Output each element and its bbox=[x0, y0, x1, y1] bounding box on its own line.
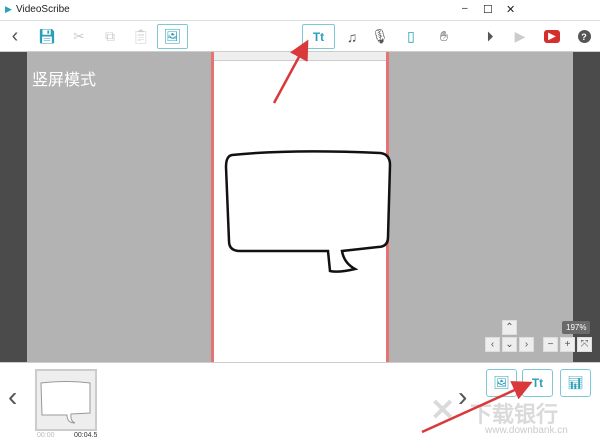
timeline-panel: ‹ 00:00 00:04.5 › 🖼︎ Tt 📊︎ ✕ 下载银行 www.do… bbox=[0, 362, 600, 442]
mode-label: 竖屏模式 bbox=[32, 72, 97, 89]
scene-duration: 00:04.5 bbox=[74, 432, 98, 439]
hand-icon[interactable]: ✋︎ bbox=[431, 24, 457, 49]
watermark-url: www.downbank.cn bbox=[485, 425, 568, 436]
microphone-icon[interactable]: 🎙︎ bbox=[367, 24, 393, 49]
scene-start-time: 00:00 bbox=[37, 432, 55, 439]
pan-up-button[interactable]: ⌃ bbox=[502, 320, 517, 335]
scene-thumbnail[interactable] bbox=[35, 369, 97, 431]
save-icon[interactable]: 💾︎ bbox=[34, 24, 60, 49]
timeline-next-button[interactable]: › bbox=[458, 381, 467, 413]
toolbar: ‹ 💾︎ ✂ ⧉ 📋︎ 🖼︎ Tt ♫ 🎙︎ ▯ ✋︎ ⏵ ▶ ▶ ? bbox=[0, 20, 600, 52]
window-title: VideoScribe bbox=[16, 4, 70, 15]
paste-icon[interactable]: 📋︎ bbox=[128, 24, 154, 49]
music-icon[interactable]: ♫ bbox=[339, 24, 365, 49]
close-button[interactable]: ✕ bbox=[506, 3, 515, 16]
add-text-button-bottom[interactable]: Tt bbox=[522, 369, 553, 397]
pan-right-button[interactable]: › bbox=[519, 337, 534, 352]
document-icon[interactable]: ▯ bbox=[398, 24, 424, 49]
timeline-prev-button[interactable]: ‹ bbox=[8, 381, 17, 413]
add-chart-button[interactable]: 📊︎ bbox=[560, 369, 591, 397]
ruler bbox=[214, 52, 386, 61]
canvas-area[interactable]: 竖屏模式 ⌃ ‹ ⌄ › − + ⤧ 197% bbox=[0, 52, 600, 362]
help-button[interactable]: ? bbox=[577, 30, 591, 43]
zoom-in-button[interactable]: + bbox=[560, 337, 575, 352]
cut-icon[interactable]: ✂ bbox=[66, 24, 92, 49]
copy-icon[interactable]: ⧉ bbox=[97, 24, 123, 49]
minimize-button[interactable]: – bbox=[462, 3, 468, 14]
play-from-icon[interactable]: ⏵ bbox=[477, 24, 503, 49]
maximize-button[interactable]: ☐ bbox=[483, 3, 493, 16]
title-bar: ▶ VideoScribe – ☐ ✕ bbox=[0, 0, 600, 20]
add-text-button[interactable]: Tt bbox=[302, 24, 335, 49]
fit-screen-button[interactable]: ⤧ bbox=[577, 337, 592, 352]
app-logo-icon: ▶ bbox=[5, 4, 12, 14]
image-button[interactable]: 🖼︎ bbox=[157, 24, 188, 49]
speech-bubble[interactable] bbox=[220, 147, 395, 282]
add-image-button[interactable]: 🖼︎ bbox=[486, 369, 517, 397]
pan-down-button[interactable]: ⌄ bbox=[502, 337, 517, 352]
watermark-logo: ✕ bbox=[430, 394, 456, 427]
zoom-out-button[interactable]: − bbox=[543, 337, 558, 352]
back-button[interactable]: ‹ bbox=[2, 24, 28, 49]
play-icon[interactable]: ▶ bbox=[507, 24, 533, 49]
zoom-level: 197% bbox=[562, 321, 591, 334]
pan-left-button[interactable]: ‹ bbox=[485, 337, 500, 352]
publish-video-icon[interactable]: ▶ bbox=[544, 30, 560, 43]
